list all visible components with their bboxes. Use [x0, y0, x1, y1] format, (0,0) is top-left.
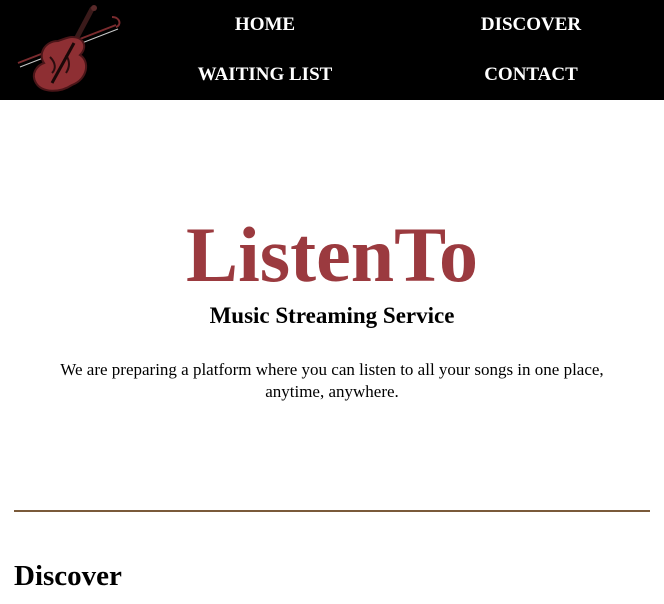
nav-home-link[interactable]: HOME: [235, 14, 295, 36]
hero-title: ListenTo: [186, 211, 478, 298]
violin-icon[interactable]: [12, 3, 124, 97]
hero-subtitle: Music Streaming Service: [209, 303, 455, 328]
discover-section-heading: Discover: [14, 560, 122, 592]
nav-waiting-list-link[interactable]: WAITING LIST: [198, 64, 333, 86]
nav-contact-link[interactable]: CONTACT: [484, 64, 578, 86]
section-divider: [14, 510, 650, 512]
nav-discover-link[interactable]: DISCOVER: [481, 14, 581, 36]
site-header: HOME DISCOVER WAITING LIST CONTACT: [0, 0, 664, 100]
hero-description: We are preparing a platform where you ca…: [60, 360, 604, 401]
